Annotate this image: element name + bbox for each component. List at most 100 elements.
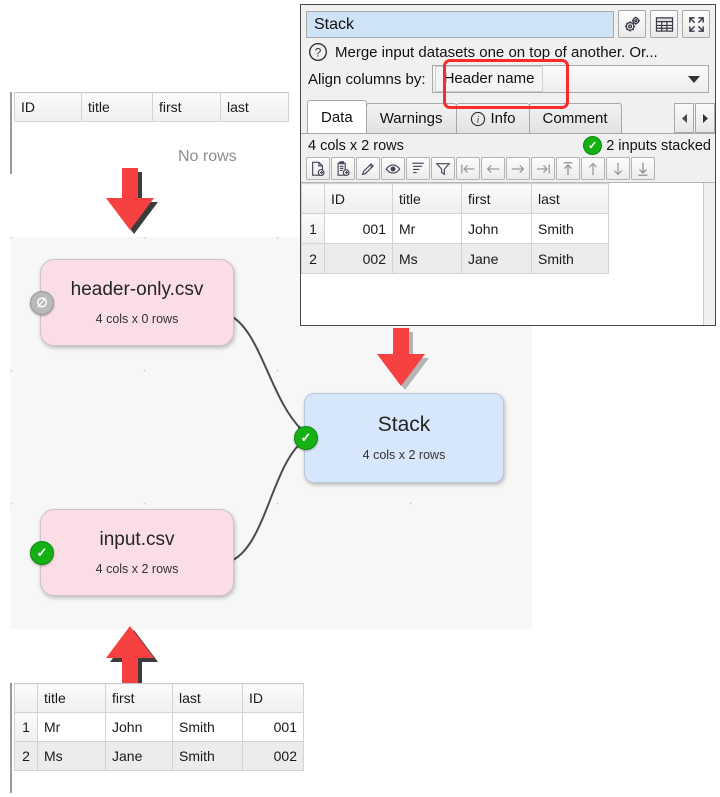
cell-title[interactable]: Ms [37, 741, 106, 771]
data-grid-table: ID title first last 1 001 Mr John Smith … [301, 183, 715, 274]
previous-column-icon[interactable] [481, 157, 505, 180]
column-header-id: ID [14, 92, 82, 122]
panel-titlebar: Stack [301, 5, 715, 40]
node-input-csv[interactable]: ✓ input.csv 4 cols x 2 rows [30, 509, 234, 596]
table-header-row: title first last ID [14, 683, 304, 713]
gears-icon[interactable] [618, 10, 646, 38]
node-status-ok-icon: ✓ [294, 426, 318, 450]
node-name-input[interactable]: Stack [306, 10, 614, 38]
column-header-last: last [220, 92, 289, 122]
paste-icon[interactable] [331, 157, 355, 180]
panel-description: Merge input datasets one on top of anoth… [335, 43, 658, 61]
node-stack[interactable]: ✓ Stack 4 cols x 2 rows [294, 393, 504, 483]
panel-status-row: 4 cols x 2 rows ✓ 2 inputs stacked [301, 134, 715, 157]
column-header-first: first [105, 683, 173, 713]
cell-id[interactable]: 002 [242, 741, 304, 771]
row-number: 1 [301, 213, 325, 244]
tab-data[interactable]: Data [307, 100, 367, 133]
expand-icon[interactable] [682, 10, 710, 38]
tab-scroll-left-icon[interactable] [674, 103, 694, 133]
help-icon[interactable]: ? [308, 42, 328, 62]
node-title: header-only.csv [70, 278, 204, 300]
column-header-title[interactable]: title [392, 183, 462, 214]
cell-filler [608, 243, 715, 274]
next-row-icon[interactable] [606, 157, 630, 180]
tab-scroll-controls [673, 103, 715, 133]
first-row-icon[interactable] [556, 157, 580, 180]
align-columns-row: Align columns by: Header name [301, 59, 715, 109]
vertical-scrollbar[interactable] [703, 183, 715, 325]
stack-status: ✓ 2 inputs stacked [583, 136, 711, 155]
row-number: 1 [14, 712, 38, 742]
tab-info[interactable]: i Info [455, 103, 530, 133]
cell-title[interactable]: Ms [392, 243, 462, 274]
column-header-first: first [152, 92, 221, 122]
node-header-only-csv[interactable]: ∅ header-only.csv 4 cols x 0 rows [30, 259, 234, 346]
node-subtitle: 4 cols x 2 rows [362, 448, 446, 463]
view-icon[interactable] [381, 157, 405, 180]
last-row-icon[interactable] [631, 157, 655, 180]
column-header-title: title [81, 92, 153, 122]
column-header-title: title [37, 683, 106, 713]
cell-title[interactable]: Mr [37, 712, 106, 742]
cell-last[interactable]: Smith [531, 213, 609, 244]
previous-row-icon[interactable] [581, 157, 605, 180]
dataset-size-label: 4 cols x 2 rows [308, 137, 404, 154]
cell-id[interactable]: 002 [324, 243, 393, 274]
tab-label: Warnings [379, 110, 443, 127]
column-header-id[interactable]: ID [324, 183, 393, 214]
table-row[interactable]: 1 Mr John Smith 001 [14, 712, 304, 742]
cell-id[interactable]: 001 [242, 712, 304, 742]
last-column-icon[interactable] [531, 157, 555, 180]
node-status-ok-icon: ✓ [30, 540, 54, 565]
stack-properties-panel: Stack ? Merge input datasets one on top … [300, 4, 716, 326]
row-number-corner [14, 683, 38, 713]
cell-last[interactable]: Smith [172, 741, 243, 771]
table-icon[interactable] [650, 10, 678, 38]
cell-first[interactable]: Jane [105, 741, 173, 771]
new-file-icon[interactable] [306, 157, 330, 180]
column-header-last: last [172, 683, 243, 713]
tab-warnings[interactable]: Warnings [365, 103, 457, 133]
no-rows-message: No rows [178, 148, 237, 165]
cell-last[interactable]: Smith [172, 712, 243, 742]
table-header-row: ID title first last [301, 183, 715, 214]
cell-first[interactable]: John [461, 213, 532, 244]
arrow-down-to-header-only-node [105, 168, 163, 238]
table-row[interactable]: 1 001 Mr John Smith [301, 213, 715, 244]
edit-icon[interactable] [356, 157, 380, 180]
align-columns-value: Header name [434, 66, 544, 92]
column-header-id: ID [242, 683, 304, 713]
column-header-last[interactable]: last [531, 183, 609, 214]
status-ok-icon: ✓ [583, 136, 603, 155]
cell-title[interactable]: Mr [392, 213, 462, 244]
table-row[interactable]: 2 Ms Jane Smith 002 [14, 741, 304, 771]
column-header-first[interactable]: first [461, 183, 532, 214]
align-columns-select[interactable]: Header name [431, 65, 709, 93]
tab-label: Info [490, 110, 516, 127]
table-header-row: ID title first last [14, 92, 289, 122]
cell-first[interactable]: John [105, 712, 173, 742]
first-column-icon[interactable] [456, 157, 480, 180]
data-grid[interactable]: ID title first last 1 001 Mr John Smith … [301, 182, 715, 325]
status-badge: 2 inputs stacked [606, 137, 711, 154]
row-number: 2 [14, 741, 38, 771]
arrow-down-to-stack-node [376, 328, 434, 394]
next-column-icon[interactable] [506, 157, 530, 180]
grid-toolbar [301, 157, 715, 182]
filter-icon[interactable] [431, 157, 455, 180]
node-subtitle: 4 cols x 2 rows [95, 561, 179, 576]
row-number: 2 [301, 243, 325, 274]
svg-text:i: i [476, 114, 479, 125]
tab-scroll-right-icon[interactable] [695, 103, 715, 133]
table-row[interactable]: 2 002 Ms Jane Smith [301, 243, 715, 274]
svg-text:?: ? [315, 46, 322, 60]
row-number-corner [301, 183, 325, 214]
sort-icon[interactable] [406, 157, 430, 180]
cell-filler [608, 213, 715, 244]
node-title: input.csv [99, 528, 175, 550]
cell-first[interactable]: Jane [461, 243, 532, 274]
tab-comment[interactable]: Comment [528, 103, 622, 133]
cell-id[interactable]: 001 [324, 213, 393, 244]
cell-last[interactable]: Smith [531, 243, 609, 274]
